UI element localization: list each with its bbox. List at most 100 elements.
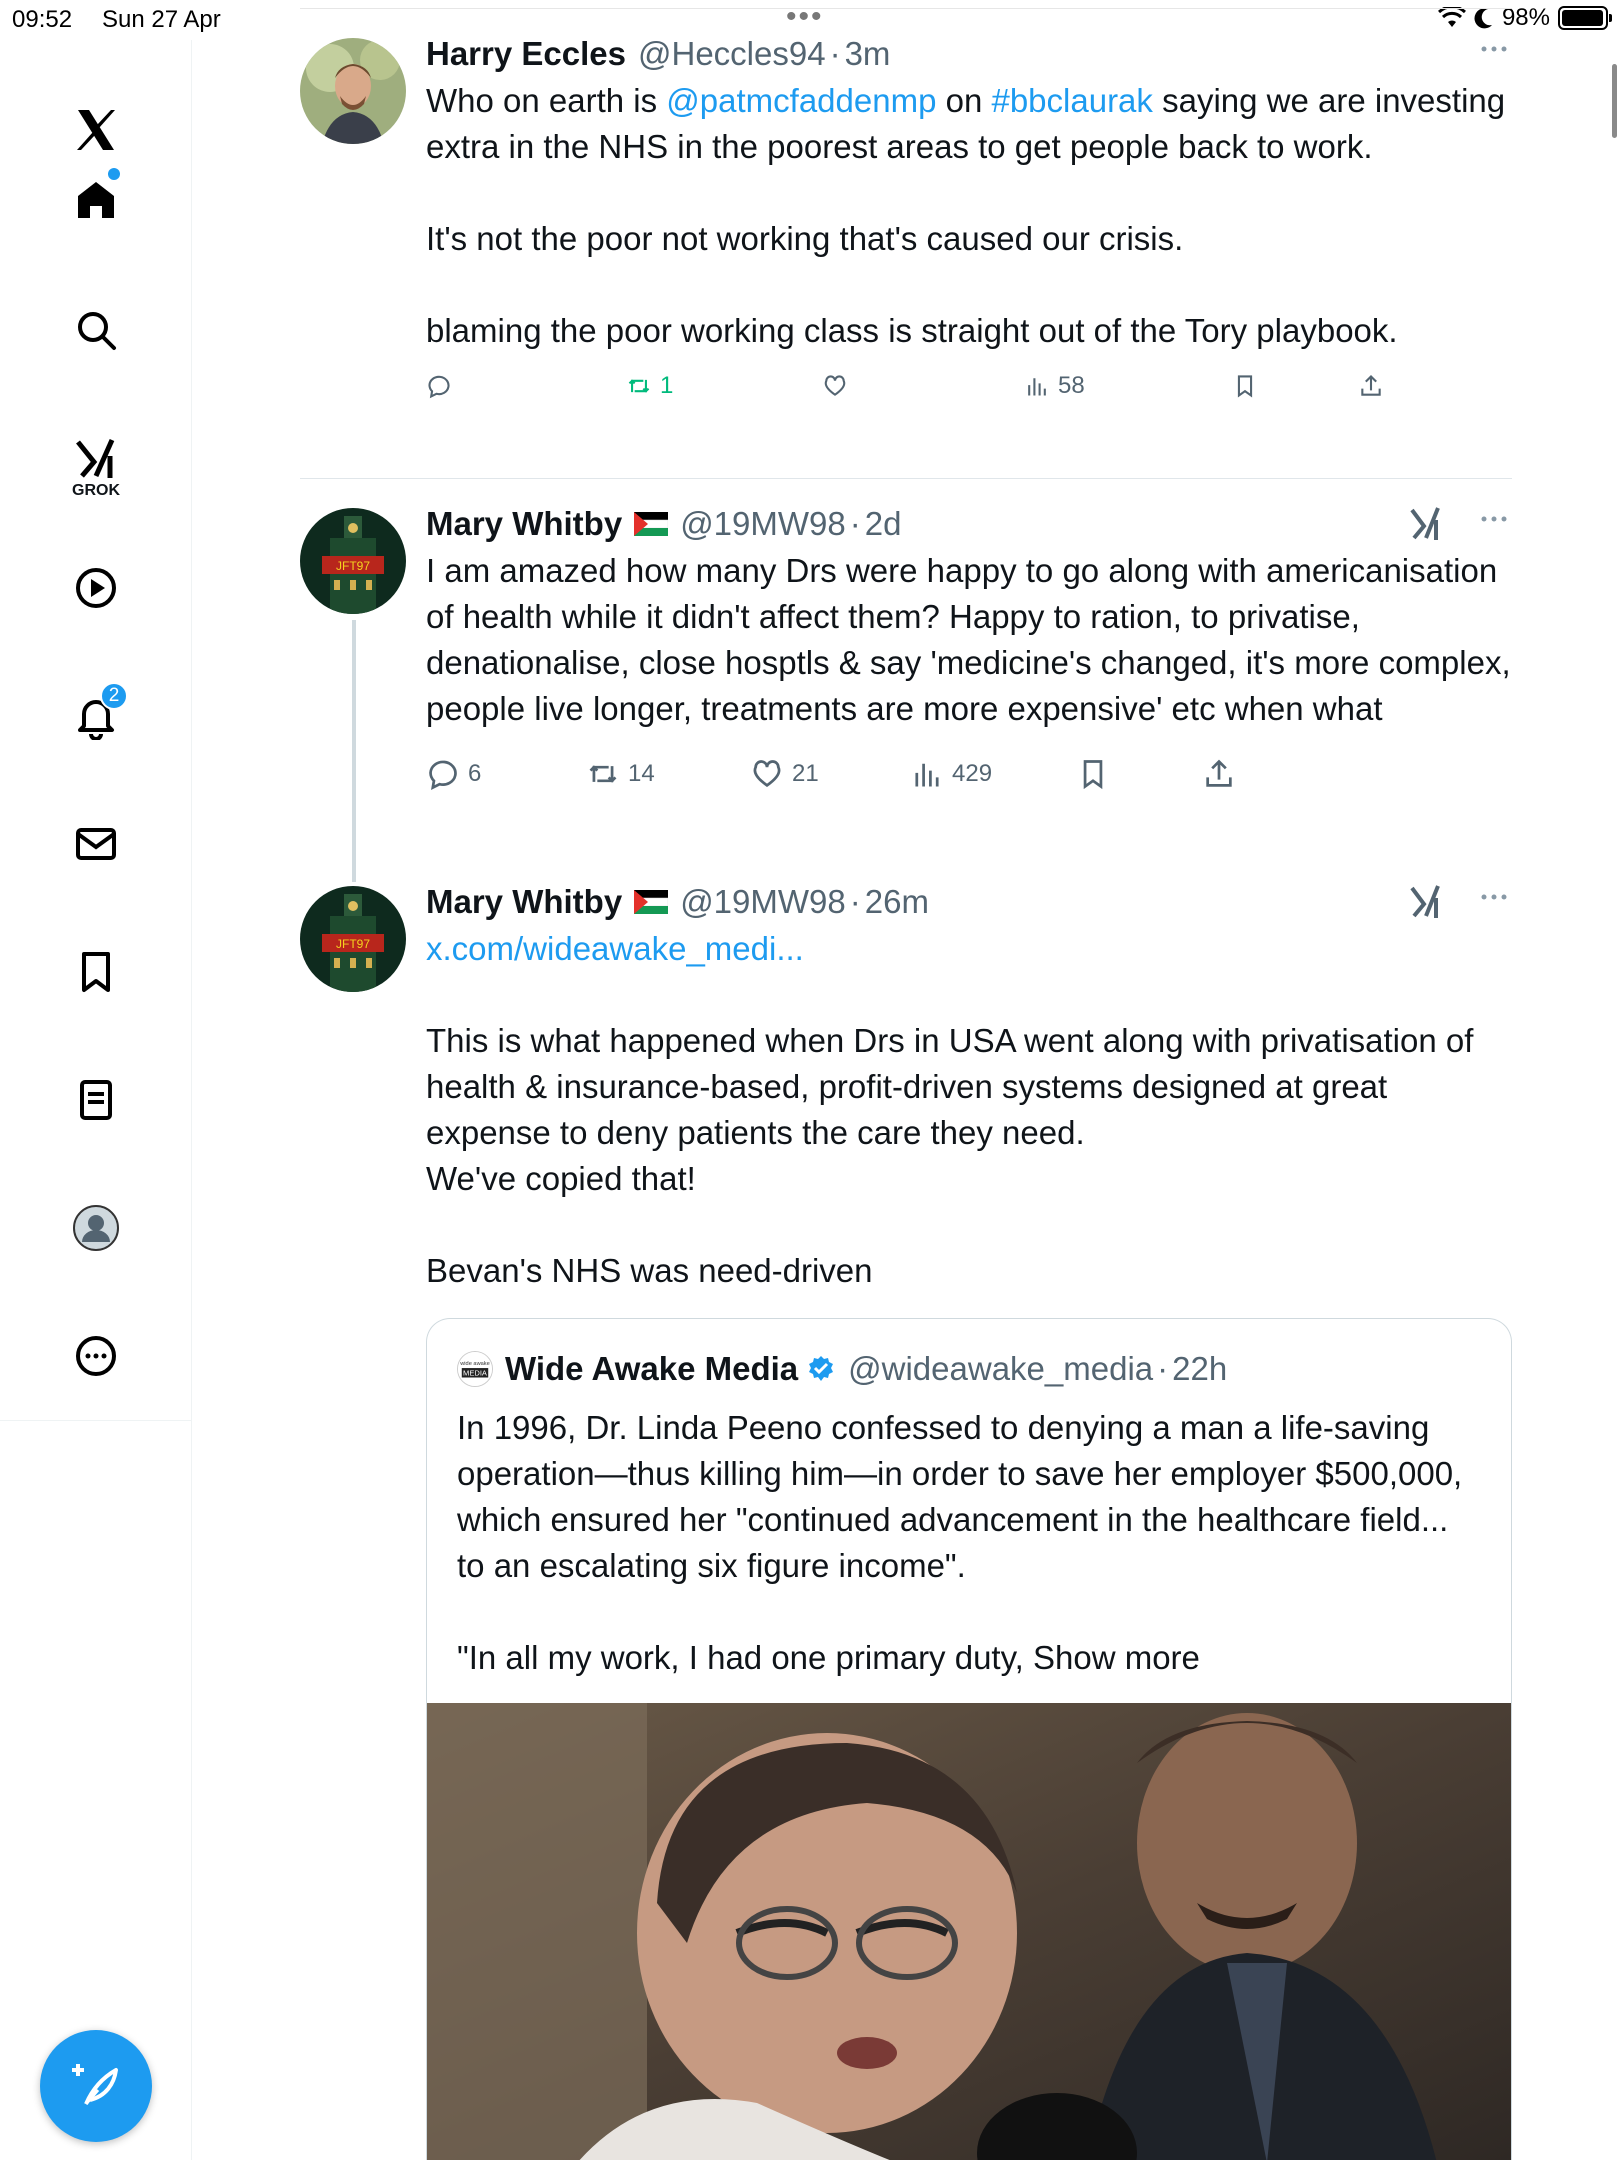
more-options-icon[interactable] (1480, 512, 1508, 526)
top-divider (300, 8, 1512, 9)
quote-author-name[interactable]: Wide Awake Media (505, 1350, 798, 1388)
avatar-banner-text: JFT97 (336, 559, 370, 573)
nav-search[interactable] (56, 290, 136, 370)
views-icon (915, 763, 939, 787)
timestamp[interactable]: 3m (845, 35, 891, 73)
author-handle[interactable]: @Heccles94 (638, 35, 826, 73)
status-date: Sun 27 Apr (102, 6, 221, 33)
share-button[interactable] (1358, 362, 1384, 410)
quote-avatar-text: MEDIA (463, 1369, 488, 1378)
like-count: 21 (792, 760, 819, 787)
wifi-icon (1437, 7, 1466, 27)
retweet-button[interactable]: 1 (626, 362, 673, 410)
reply-icon (428, 375, 450, 399)
author-handle[interactable]: @19MW98 (680, 505, 846, 543)
heart-icon (753, 760, 781, 787)
show-more-link[interactable]: Show more (1033, 1639, 1200, 1676)
avatar[interactable]: JFT97 (300, 508, 406, 614)
mention-link[interactable]: @patmcfaddenmp (666, 82, 936, 119)
quote-author-handle[interactable]: @wideawake_media (848, 1350, 1153, 1388)
nav-grok[interactable]: GROK (56, 420, 136, 500)
retweet-count: 1 (660, 372, 674, 399)
nav-messages[interactable] (56, 804, 136, 884)
tweet-header: Harry Eccles @Heccles94 · 3m (426, 30, 1512, 78)
author-name[interactable]: Mary Whitby (426, 505, 622, 543)
scrollbar[interactable] (1612, 64, 1617, 138)
reply-button[interactable] (426, 362, 460, 410)
share-icon (1206, 759, 1232, 787)
reply-icon (429, 760, 457, 791)
quote-header: wide awake MEDIA Wide Awake Media @wideaw… (457, 1349, 1227, 1389)
bookmark-icon (1083, 760, 1103, 790)
timestamp[interactable]: 2d (865, 505, 902, 543)
quote-text: In 1996, Dr. Linda Peeno confessed to de… (457, 1405, 1471, 1681)
hashtag-link[interactable]: #bbclaurak (991, 82, 1152, 119)
search-icon (78, 312, 116, 350)
retweet-button[interactable]: 14 (586, 750, 655, 798)
nav-notifications[interactable]: 2 (56, 676, 136, 756)
compose-feather-icon (72, 2064, 118, 2105)
quote-avatar[interactable]: wide awake MEDIA (457, 1351, 493, 1387)
quoted-video-thumbnail[interactable] (427, 1703, 1511, 2160)
views-button[interactable]: 58 (1024, 362, 1085, 410)
reply-count: 6 (468, 760, 482, 787)
status-time: 09:52 (12, 6, 73, 33)
views-button[interactable]: 429 (910, 750, 992, 798)
tweet-text-part: on (936, 82, 992, 119)
grok-explain-icon[interactable] (1408, 504, 1444, 544)
tweet-text-part: Who on earth is (426, 82, 667, 119)
nav-bookmarks[interactable] (56, 932, 136, 1012)
tweet-text: x.com/wideawake_medi... This is what hap… (426, 926, 1512, 1294)
external-link[interactable]: x.com/wideawake_medi... (426, 930, 804, 967)
tweet-text-body: This is what happened when Drs in USA we… (426, 1022, 1474, 1289)
nav-home[interactable] (56, 160, 136, 240)
grok-icon (76, 438, 115, 478)
sidebar: GROK 2 (0, 40, 192, 2160)
x-logo-icon[interactable] (56, 90, 136, 170)
quoted-tweet-card[interactable]: wide awake MEDIA Wide Awake Media @wideaw… (426, 1318, 1512, 2160)
nav-profile[interactable] (56, 1188, 136, 1268)
like-button[interactable] (822, 362, 856, 410)
like-button[interactable]: 21 (750, 750, 819, 798)
reply-button[interactable]: 6 (426, 750, 481, 798)
nav-video[interactable] (56, 548, 136, 628)
grok-explain-icon[interactable] (1408, 882, 1444, 922)
tweet-text: Who on earth is @patmcfaddenmp on #bbcla… (426, 78, 1512, 354)
grok-label: GROK (72, 482, 120, 499)
author-name[interactable]: Mary Whitby (426, 883, 622, 921)
more-options-icon[interactable] (1480, 42, 1508, 56)
tweet-actions: 1 58 (426, 362, 1512, 410)
separator-dot: · (849, 883, 861, 920)
nav-more[interactable] (56, 1316, 136, 1396)
avatar[interactable] (300, 38, 406, 144)
tweet-header: Mary Whitby @19MW98 · 26m (426, 878, 1512, 926)
retweet-count: 14 (628, 760, 655, 787)
view-count: 58 (1058, 372, 1085, 399)
battery-icon (1558, 6, 1612, 30)
quote-text-body: In 1996, Dr. Linda Peeno confessed to de… (457, 1409, 1463, 1676)
tweet-mary-whitby-1[interactable]: JFT97 Mary Whitby @19MW98 · 2d I am amaz… (300, 505, 1520, 848)
tweet-harry-eccles[interactable]: Harry Eccles @Heccles94 · 3m Who on eart… (300, 35, 1512, 468)
author-name[interactable]: Harry Eccles (426, 35, 626, 73)
multitasking-dots-icon[interactable]: ••• (786, 0, 824, 34)
palestine-flag-icon (634, 890, 669, 914)
quote-timestamp[interactable]: 22h (1172, 1350, 1227, 1388)
bookmark-icon (1237, 375, 1253, 398)
share-icon (1361, 374, 1381, 396)
tweet-text: I am amazed how many Drs were happy to g… (426, 552, 1520, 727)
author-handle[interactable]: @19MW98 (680, 883, 846, 921)
compose-post-button[interactable] (40, 2030, 152, 2142)
share-button[interactable] (1202, 750, 1236, 798)
bookmark-button[interactable] (1232, 362, 1258, 410)
separator-dot: · (1157, 1350, 1169, 1387)
more-options-icon[interactable] (1480, 890, 1508, 904)
palestine-flag-icon (634, 512, 669, 536)
bookmark-icon (82, 952, 110, 992)
mail-icon (76, 828, 116, 860)
nav-lists[interactable] (56, 1060, 136, 1140)
timestamp[interactable]: 26m (865, 883, 929, 921)
avatar[interactable]: JFT97 (300, 886, 406, 992)
bookmark-button[interactable] (1076, 750, 1110, 798)
retweet-icon (589, 765, 617, 783)
retweet-icon (628, 379, 650, 393)
